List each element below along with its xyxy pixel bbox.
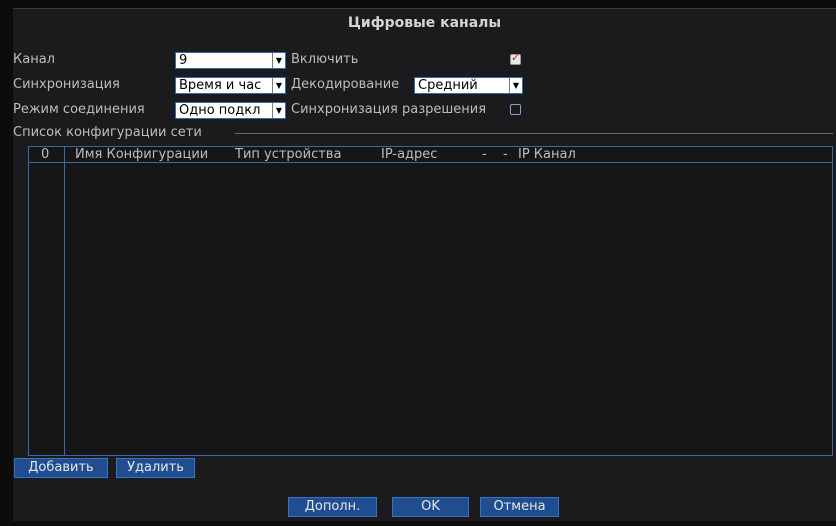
digital-channels-dialog: Цифровые каналы Канал 9 ▼ Включить Синхр… [13, 8, 836, 521]
resolution-sync-label: Синхронизация разрешения [291, 102, 487, 117]
col-dash-1[interactable]: - [482, 147, 487, 162]
decode-label: Декодирование [291, 77, 400, 92]
col-config-name[interactable]: Имя Конфигурации [75, 147, 208, 162]
col-dash-2[interactable]: - [503, 147, 508, 162]
connection-mode-select[interactable]: Одно подкл ▼ [175, 102, 286, 119]
config-list-label: Список конфигурации сети [13, 125, 202, 140]
advanced-button[interactable]: Дополн. [288, 497, 377, 517]
decode-select-value: Средний [418, 78, 478, 93]
chevron-down-icon[interactable]: ▼ [509, 78, 522, 93]
chevron-down-icon[interactable]: ▼ [272, 78, 285, 93]
chevron-down-icon[interactable]: ▼ [272, 53, 285, 68]
col-ip-channel[interactable]: IP Канал [518, 147, 576, 162]
connection-mode-select-value: Одно подкл [179, 103, 261, 118]
resolution-sync-checkbox[interactable] [510, 104, 521, 115]
enable-checkbox[interactable] [510, 51, 521, 65]
sync-select[interactable]: Время и час ▼ [175, 77, 286, 94]
enable-label: Включить [291, 52, 359, 67]
col-device-type[interactable]: Тип устройства [235, 147, 341, 162]
group-divider [235, 133, 833, 134]
ok-button[interactable]: OK [392, 497, 469, 517]
connection-mode-label: Режим соединения [13, 102, 145, 117]
delete-button[interactable]: Удалить [116, 458, 195, 478]
channel-select[interactable]: 9 ▼ [175, 52, 286, 69]
chevron-down-icon[interactable]: ▼ [272, 103, 285, 118]
col-ip-address[interactable]: IP-адрес [381, 147, 437, 162]
add-button[interactable]: Добавить [14, 458, 108, 478]
channel-select-value: 9 [179, 53, 188, 68]
channel-label: Канал [13, 52, 55, 67]
table-header: 0 Имя Конфигурации Тип устройства IP-адр… [29, 147, 832, 163]
sync-label: Синхронизация [13, 77, 120, 92]
cancel-button[interactable]: Отмена [480, 497, 559, 517]
col-index[interactable]: 0 [41, 147, 49, 162]
decode-select[interactable]: Средний ▼ [414, 77, 523, 94]
dialog-title: Цифровые каналы [347, 15, 502, 31]
table-column-divider [64, 147, 65, 455]
sync-select-value: Время и час [179, 78, 262, 93]
config-table[interactable]: 0 Имя Конфигурации Тип устройства IP-адр… [28, 146, 833, 456]
